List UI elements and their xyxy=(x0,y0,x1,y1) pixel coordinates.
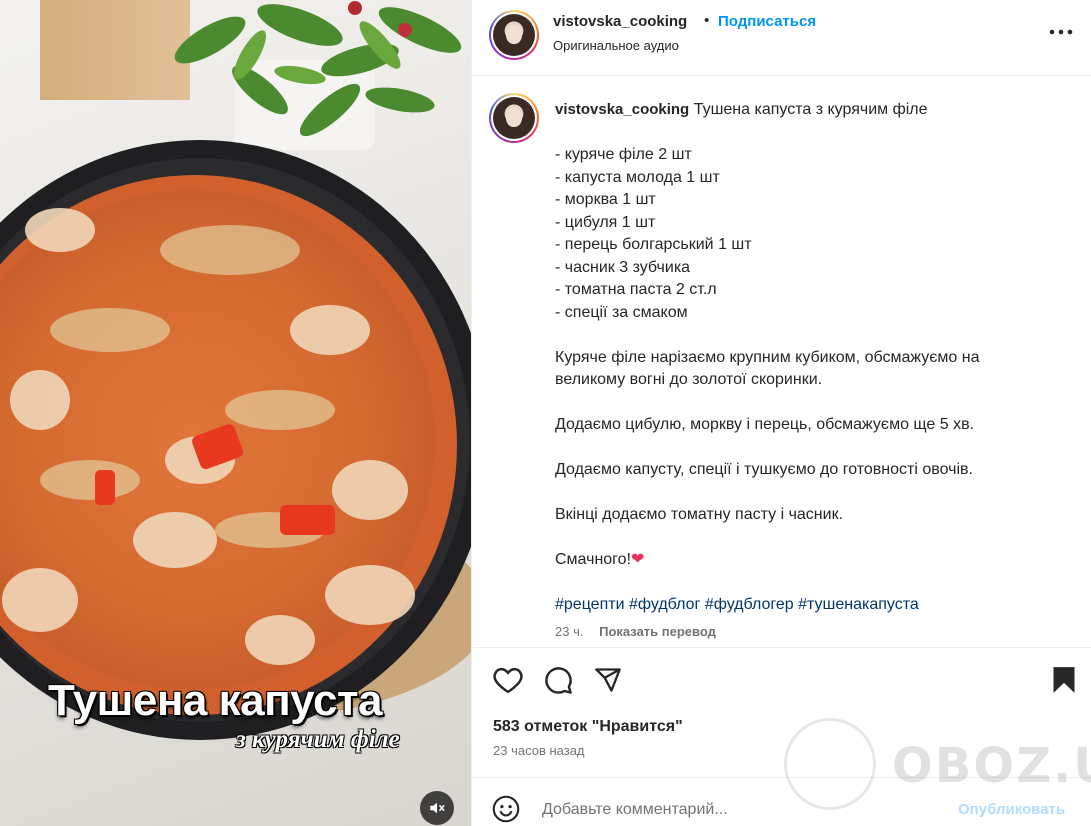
save-button[interactable] xyxy=(1048,664,1080,696)
ingredient-item: - перець болгарський 1 шт xyxy=(555,236,752,253)
video-overlay-title: Тушена капуста xyxy=(48,676,383,725)
heart-icon xyxy=(493,667,523,694)
caption-title: Тушена капуста з курячим філе xyxy=(693,101,928,118)
closing-text: Смачного! xyxy=(555,551,631,568)
bookmark-icon xyxy=(1053,667,1075,693)
comment-bar: Опубликовать xyxy=(472,777,1091,826)
publish-button[interactable]: Опубликовать xyxy=(958,801,1065,818)
ingredient-item: - томатна паста 2 ст.л xyxy=(555,281,717,298)
separator-dot: • xyxy=(704,12,710,29)
ingredient-item: - спеції за смаком xyxy=(555,303,688,321)
hashtag-list: #рецепти #фудблог #фудблогер #тушенакапу… xyxy=(555,594,1055,617)
emoji-icon[interactable] xyxy=(492,795,520,823)
follow-button[interactable]: Подписаться xyxy=(718,13,816,30)
caption-username[interactable]: vistovska_cooking xyxy=(555,101,689,118)
caption-avatar[interactable] xyxy=(489,93,539,143)
ingredient-item: - часник 3 зубчика xyxy=(555,258,691,276)
recipe-step: Куряче філе нарізаємо крупним кубиком, о… xyxy=(555,348,980,389)
ingredient-item: - цибуля 1 шт xyxy=(555,213,656,231)
recipe-step: Вкінці додаємо томатну пасту і часник. xyxy=(555,506,844,523)
post-media[interactable]: Тушена капуста з курячим філе xyxy=(0,0,471,826)
avatar[interactable] xyxy=(489,10,539,60)
share-button[interactable] xyxy=(592,664,624,696)
comment-icon xyxy=(544,666,572,694)
post-timestamp[interactable]: 23 часов назад xyxy=(493,743,585,758)
ingredient-item: - куряче філе 2 шт xyxy=(555,146,692,163)
post-sidebar: vistovska_cooking • Подписаться Оригинал… xyxy=(471,0,1091,826)
mute-button[interactable] xyxy=(420,791,454,825)
caption-section: vistovska_cooking Тушена капуста з куряч… xyxy=(472,77,1091,647)
caption-text: vistovska_cooking Тушена капуста з куряч… xyxy=(555,99,1055,617)
comment-input[interactable] xyxy=(542,798,942,822)
audio-link[interactable]: Оригинальное аудио xyxy=(553,38,679,53)
hashtag-link[interactable]: #рецепти xyxy=(555,596,625,613)
ingredient-item: - капуста молода 1 шт xyxy=(555,168,720,186)
ingredient-item: - морква 1 шт xyxy=(555,191,656,208)
more-horizontal-icon xyxy=(1049,29,1073,35)
recipe-step: Додаємо цибулю, моркву і перець, обсмажу… xyxy=(555,416,975,433)
likes-count[interactable]: 583 отметок "Нравится" xyxy=(493,718,683,736)
heart-emoji-icon: ❤ xyxy=(631,551,645,568)
translate-button[interactable]: Показать перевод xyxy=(599,624,716,639)
hashtag-link[interactable]: #фудблог xyxy=(629,596,700,613)
caption-time[interactable]: 23 ч. xyxy=(555,624,583,639)
like-button[interactable] xyxy=(492,664,524,696)
video-overlay-subtitle: з курячим філе xyxy=(236,726,400,753)
caption-meta: 23 ч. Показать перевод xyxy=(555,624,716,639)
comment-button[interactable] xyxy=(542,664,574,696)
share-icon xyxy=(595,668,621,692)
post-header: vistovska_cooking • Подписаться Оригинал… xyxy=(472,0,1091,76)
post-actions: 583 отметок "Нравится" 23 часов назад xyxy=(472,647,1091,777)
hashtag-link[interactable]: #фудблогер xyxy=(705,596,794,613)
recipe-step: Додаємо капусту, спеції і тушкуємо до го… xyxy=(555,461,973,478)
speaker-muted-icon xyxy=(430,802,445,814)
hashtag-link[interactable]: #тушенакапуста xyxy=(798,596,919,613)
header-username[interactable]: vistovska_cooking xyxy=(553,13,687,30)
more-options-button[interactable] xyxy=(1046,20,1076,44)
